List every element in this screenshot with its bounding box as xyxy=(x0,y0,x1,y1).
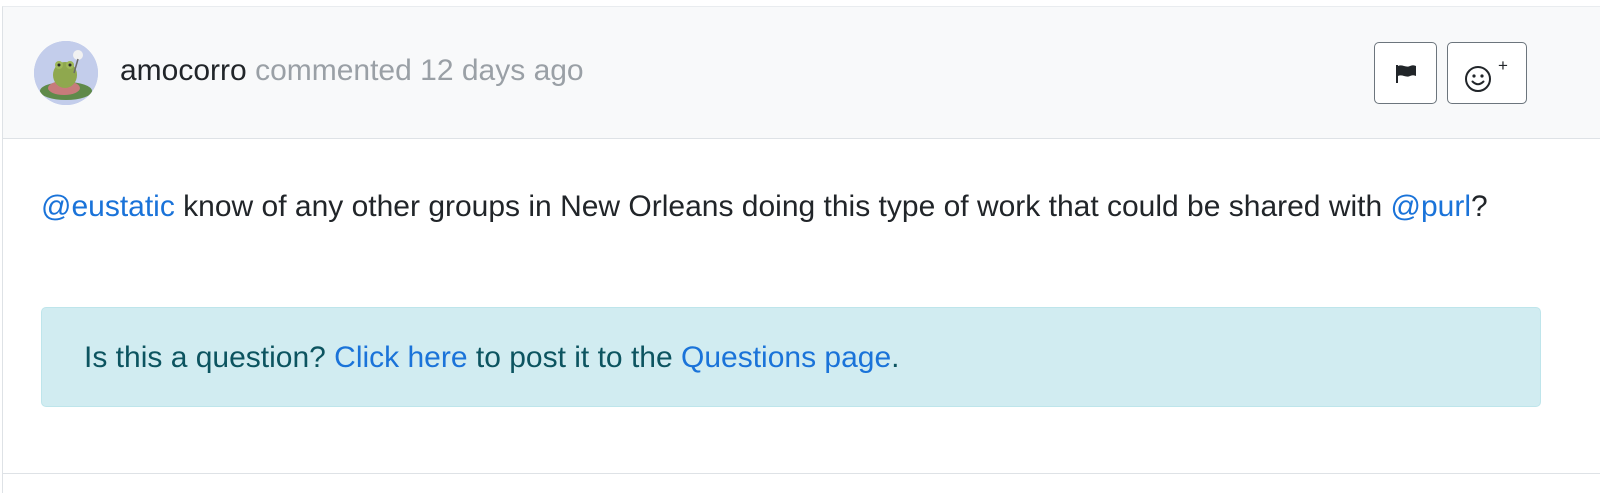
smiley-icon xyxy=(1465,66,1491,92)
reaction-plus-icon: + xyxy=(1498,56,1508,75)
question-prefix: Is this a question? xyxy=(84,341,335,374)
comment-card: amocorro commented 12 days ago + @eustat… xyxy=(2,6,1600,493)
comment-meta: amocorro commented 12 days ago xyxy=(120,53,584,89)
flag-button[interactable] xyxy=(1374,42,1437,104)
comment-header: amocorro commented 12 days ago + xyxy=(3,7,1600,139)
divider xyxy=(3,473,1600,474)
comment-text-end: ? xyxy=(1471,190,1488,223)
mention-eustatic[interactable]: @eustatic xyxy=(41,190,175,223)
click-here-link[interactable]: Click here xyxy=(334,341,467,374)
comment-body: @eustatic know of any other groups in Ne… xyxy=(41,183,1531,231)
add-reaction-button[interactable]: + xyxy=(1447,42,1527,104)
questions-page-link[interactable]: Questions page xyxy=(681,341,891,374)
frog-avatar-icon xyxy=(34,41,98,105)
action-label: commented xyxy=(255,54,412,87)
flag-icon xyxy=(1396,65,1416,83)
question-alert-text: Is this a question? Click here to post i… xyxy=(84,340,900,376)
mention-purl[interactable]: @purl xyxy=(1391,190,1471,223)
author-name[interactable]: amocorro xyxy=(120,54,247,87)
question-suffix: . xyxy=(891,341,900,374)
timestamp[interactable]: 12 days ago xyxy=(420,54,583,87)
author-avatar[interactable] xyxy=(34,41,98,105)
comment-text: know of any other groups in New Orleans … xyxy=(174,190,1391,223)
question-middle: to post it to the xyxy=(467,341,681,374)
question-alert: Is this a question? Click here to post i… xyxy=(41,307,1541,407)
